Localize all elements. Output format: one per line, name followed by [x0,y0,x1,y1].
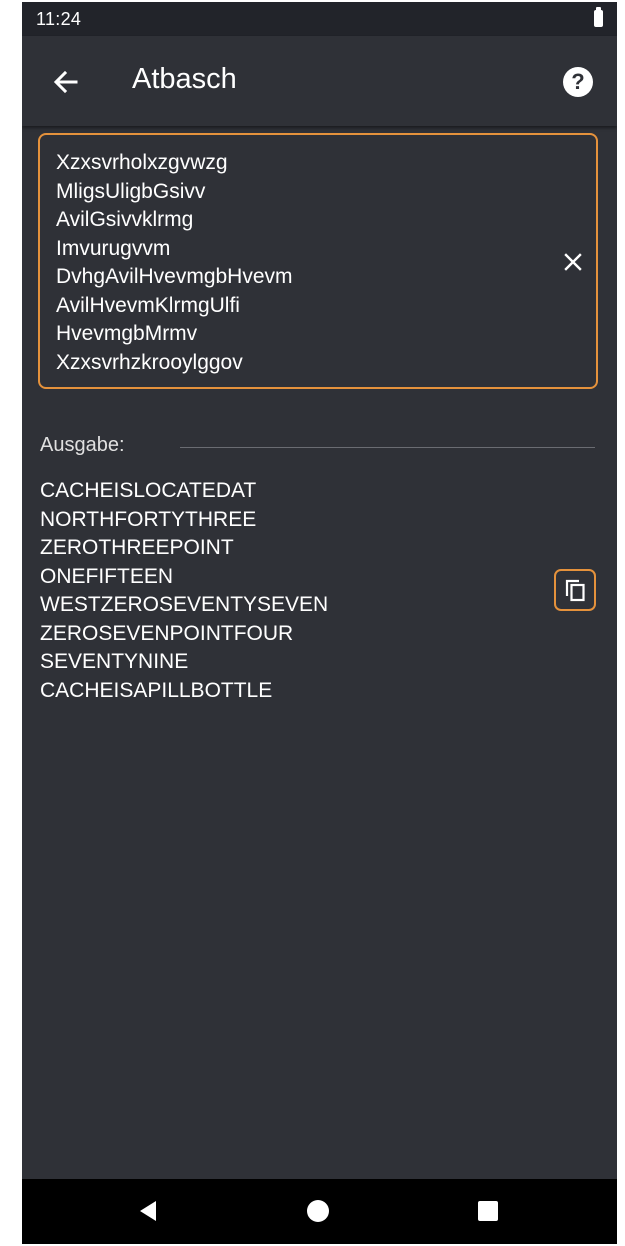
app-bar: Atbasch ? [22,36,617,126]
input-line: AvilHvevmKlrmgUlfi [56,293,240,317]
output-line: ZEROTHREEPOINT [40,536,234,559]
input-line: DvhgAvilHvevmgbHvevm [56,265,293,288]
output-line: ZEROSEVENPOINTFOUR [40,621,294,645]
output-label: Ausgabe: [40,434,125,456]
input-line: HvevmgbMrmv [56,322,198,345]
phone-screen: 11:24 Atbasch ? Xzxsvrholxzgvwzg MligsUl… [22,2,617,1244]
help-circle-icon: ? [571,69,585,94]
output-line: WESTZEROSEVENTYSEVEN [40,593,329,616]
output-line: CACHEISAPILLBOTTLE [40,678,273,702]
input-line: Imvurugvvm [56,236,171,260]
battery-icon [594,7,603,27]
output-line: ONEFIFTEEN [40,564,174,588]
input-line: MligsUligbGsivv [56,179,206,203]
status-time: 11:24 [36,9,82,29]
output-text: CACHEISLOCATEDAT NORTHFORTYTHREE ZEROTHR… [40,477,540,705]
input-line: AvilGsivvklrmg [56,208,194,231]
status-bar: 11:24 [22,2,617,36]
arrow-back-icon [53,70,78,94]
cipher-input-field[interactable]: Xzxsvrholxzgvwzg MligsUligbGsivv AvilGsi… [38,133,598,389]
circle-home-icon[interactable] [307,1200,329,1222]
input-text[interactable]: Xzxsvrholxzgvwzg MligsUligbGsivv AvilGsi… [56,149,536,377]
system-nav-bar [22,1179,617,1244]
square-recents-icon[interactable] [478,1201,498,1221]
input-line: Xzxsvrhzkrooylggov [56,350,243,374]
back-button[interactable] [46,62,86,102]
output-line: CACHEISLOCATEDAT [40,479,257,502]
input-line: Xzxsvrholxzgvwzg [56,151,228,174]
page-title: Atbasch [132,63,237,95]
output-line: NORTHFORTYTHREE [40,507,257,531]
triangle-back-icon[interactable] [136,1198,160,1224]
help-button[interactable]: ? [563,67,593,97]
output-line: SEVENTYNINE [40,650,189,673]
output-header: Ausgabe: [40,434,595,464]
output-divider [180,447,595,448]
clear-input-button[interactable] [560,249,586,275]
copy-output-button[interactable] [554,569,596,611]
copy-icon [565,579,585,602]
close-icon [564,253,582,271]
